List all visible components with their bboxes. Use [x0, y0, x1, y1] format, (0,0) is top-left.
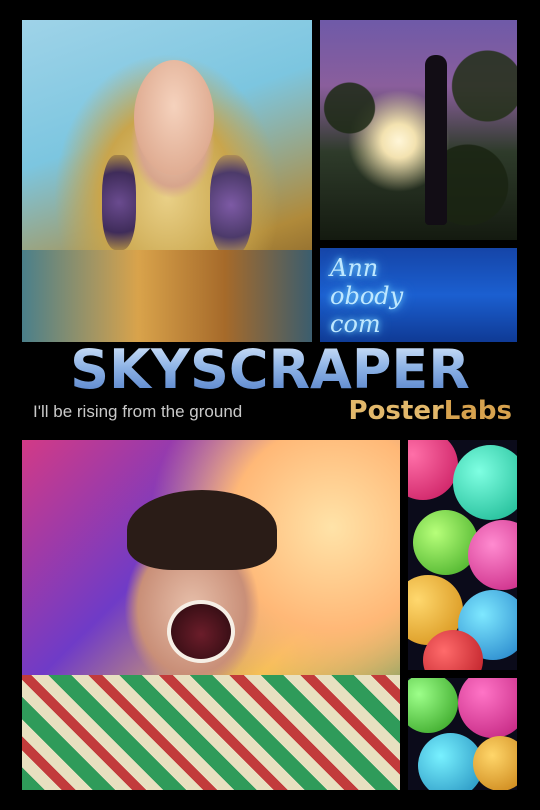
earring-left — [102, 155, 136, 250]
brand-part-1: Poster — [348, 396, 444, 426]
bubbles-photo-top — [408, 440, 517, 670]
face-shape — [134, 60, 214, 175]
bubble — [408, 440, 458, 500]
poster-title: SKYSCRAPER — [0, 340, 540, 400]
earring-right — [210, 155, 252, 255]
neon-line-3: com — [330, 310, 381, 338]
brand-logo: PosterLabs — [349, 396, 512, 426]
neon-line-1: Ann — [330, 254, 379, 282]
brand-part-2: Labs — [443, 396, 512, 426]
jacket-shape — [22, 250, 312, 342]
hair-shape — [127, 490, 277, 570]
bubble — [458, 678, 517, 738]
neon-line-2: obody — [330, 282, 404, 310]
bubble — [473, 736, 517, 790]
mouth-shape — [167, 600, 235, 663]
bubble — [413, 510, 478, 575]
trees-shape — [320, 20, 517, 240]
silhouette-figure — [425, 55, 447, 225]
neon-text: Ann obody com — [330, 254, 510, 338]
shirt-pattern — [22, 675, 400, 790]
bubbles-photo-bottom — [408, 678, 517, 790]
poster-tagline: I'll be rising from the ground — [33, 402, 243, 421]
bubble — [453, 445, 517, 520]
bubble — [408, 678, 458, 733]
neon-script-photo: Ann obody com — [320, 248, 517, 342]
man-shouting-photo — [22, 440, 400, 790]
silhouette-photo — [320, 20, 517, 240]
woman-portrait-photo — [22, 20, 312, 342]
